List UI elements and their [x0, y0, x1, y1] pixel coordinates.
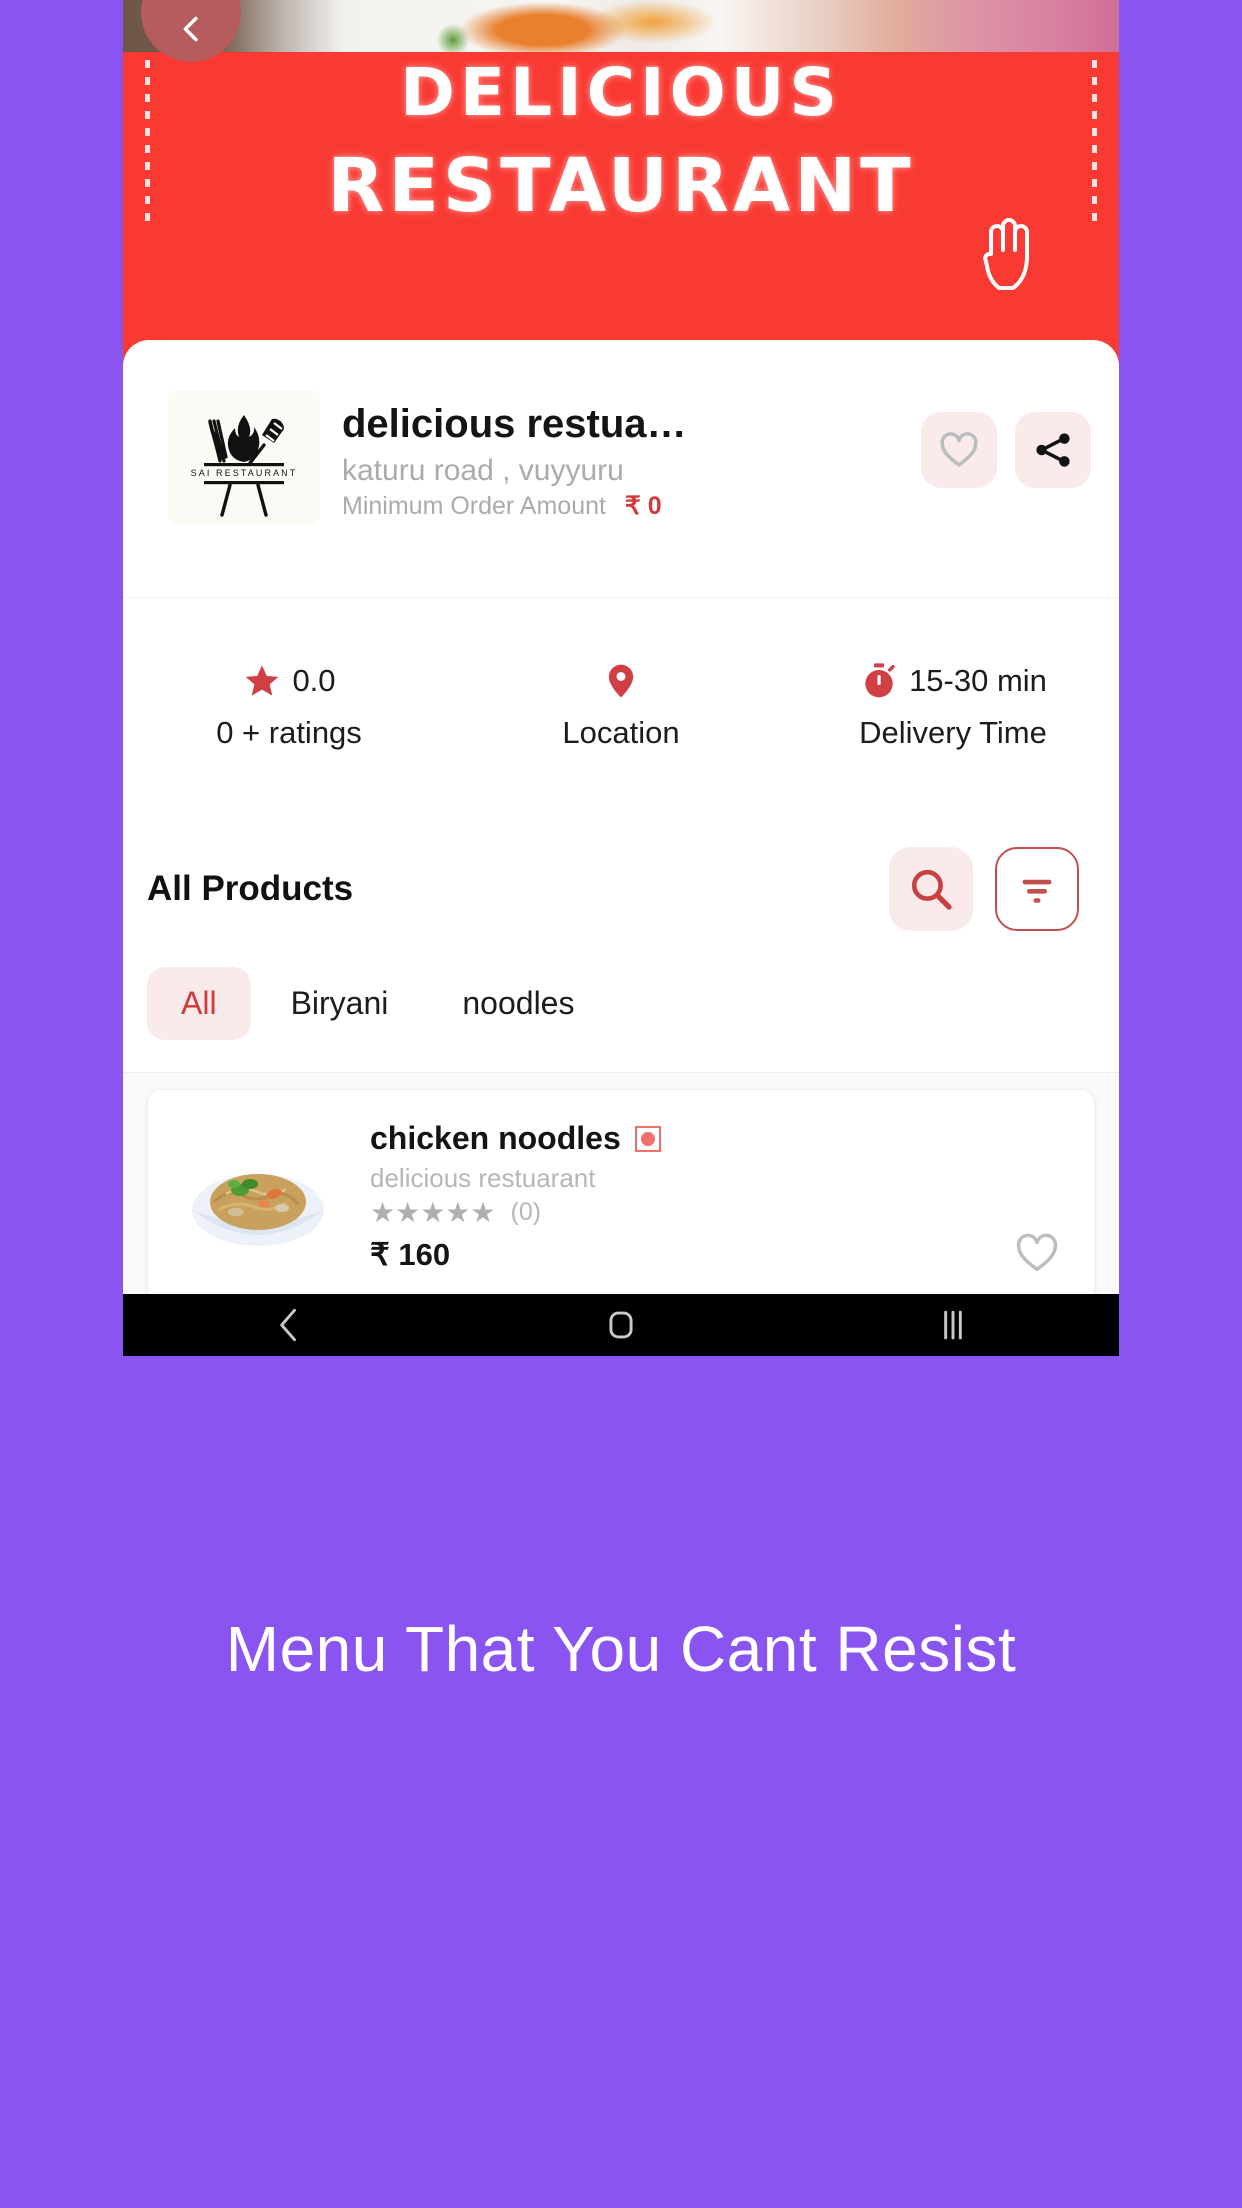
restaurant-info-sheet: SAI RESTAURANT delicious restua… katuru … — [123, 340, 1119, 1356]
stat-rating-label: 0 + ratings — [216, 715, 362, 750]
stat-delivery-time: 15-30 min Delivery Time — [787, 658, 1119, 751]
android-navigation-bar — [123, 1294, 1119, 1356]
category-tab-all[interactable]: All — [147, 967, 251, 1040]
non-veg-dot — [640, 1131, 655, 1146]
heart-outline-icon — [940, 432, 978, 467]
restaurant-banner: DELICIOUS RESTAURANT taste matters — [123, 0, 1119, 372]
svg-text:SAI RESTAURANT: SAI RESTAURANT — [191, 468, 298, 478]
phone-screen: DELICIOUS RESTAURANT taste matters — [123, 0, 1119, 1356]
hand-pointer-icon — [983, 218, 1029, 290]
chevron-left-icon — [183, 16, 198, 42]
stopwatch-icon — [865, 663, 895, 698]
stat-location-label: Location — [562, 715, 680, 750]
product-card[interactable]: chicken noodles delicious restuarant ★★★… — [147, 1089, 1095, 1304]
minimum-order-value: ₹ 0 — [624, 492, 662, 520]
share-nodes-icon — [1036, 433, 1070, 467]
heart-outline-icon — [1016, 1233, 1058, 1272]
product-restaurant: delicious restuarant — [370, 1163, 596, 1193]
stat-delivery-top: 15-30 min — [787, 658, 1119, 704]
stat-rating: 0.0 0 + ratings — [123, 658, 455, 751]
product-favorite-button[interactable] — [1014, 1230, 1060, 1281]
restaurant-header-row: SAI RESTAURANT delicious restua… katuru … — [123, 340, 1119, 525]
filter-button[interactable] — [995, 847, 1079, 931]
stat-delivery-label: Delivery Time — [859, 715, 1047, 750]
favorite-button[interactable] — [921, 412, 997, 488]
restaurant-stats-row: 0.0 0 + ratings Location 15-30 min Deliv… — [123, 598, 1119, 751]
restaurant-name: delicious restua… — [342, 402, 687, 446]
minimum-order-row: Minimum Order Amount ₹ 0 — [342, 491, 921, 521]
minimum-order-label: Minimum Order Amount — [342, 492, 606, 520]
stat-delivery-value: 15-30 min — [909, 663, 1047, 698]
location-pin-icon — [608, 664, 634, 698]
restaurant-address: katuru road , vuyyuru — [342, 454, 624, 487]
restaurant-text-block: delicious restua… katuru road , vuyyuru … — [320, 390, 921, 521]
category-tabs: All Biryani noodles — [123, 931, 1119, 1040]
share-button[interactable] — [1015, 412, 1091, 488]
rating-stars: ★★★★★ — [370, 1196, 496, 1228]
category-tab-biryani[interactable]: Biryani — [257, 967, 423, 1040]
product-name: chicken noodles — [370, 1120, 621, 1156]
filter-icon — [1022, 879, 1052, 903]
stat-location: Location — [455, 658, 787, 751]
search-button[interactable] — [889, 847, 973, 931]
banner-title: DELICIOUS RESTAURANT — [123, 48, 1119, 237]
android-back-icon[interactable] — [267, 1303, 311, 1347]
non-veg-indicator-icon — [634, 1125, 661, 1152]
banner-title-line1: DELICIOUS — [400, 54, 842, 131]
chicken-noodles-photo — [192, 1173, 324, 1246]
android-home-icon[interactable] — [599, 1303, 643, 1347]
promo-caption: Menu That You Cant Resist — [225, 1613, 1017, 1685]
product-info: chicken noodles delicious restuarant ★★★… — [338, 1120, 1072, 1273]
star-icon — [246, 665, 279, 696]
product-name-row: chicken noodles — [370, 1120, 1072, 1157]
search-icon — [911, 869, 952, 910]
android-recents-icon[interactable] — [931, 1303, 975, 1347]
sai-restaurant-logo-icon: SAI RESTAURANT — [191, 414, 298, 517]
stat-rating-value: 0.0 — [292, 663, 336, 698]
stat-location-top — [455, 658, 787, 704]
restaurant-logo: SAI RESTAURANT — [168, 390, 320, 525]
products-header: All Products — [123, 751, 1119, 931]
product-price: ₹ 160 — [370, 1237, 451, 1272]
category-tab-noodles[interactable]: noodles — [428, 967, 608, 1040]
stat-rating-top: 0.0 — [123, 658, 455, 704]
products-actions — [889, 847, 1079, 931]
product-rating: ★★★★★ (0) — [370, 1198, 1072, 1227]
products-title: All Products — [147, 869, 354, 908]
rating-count: (0) — [510, 1198, 542, 1226]
